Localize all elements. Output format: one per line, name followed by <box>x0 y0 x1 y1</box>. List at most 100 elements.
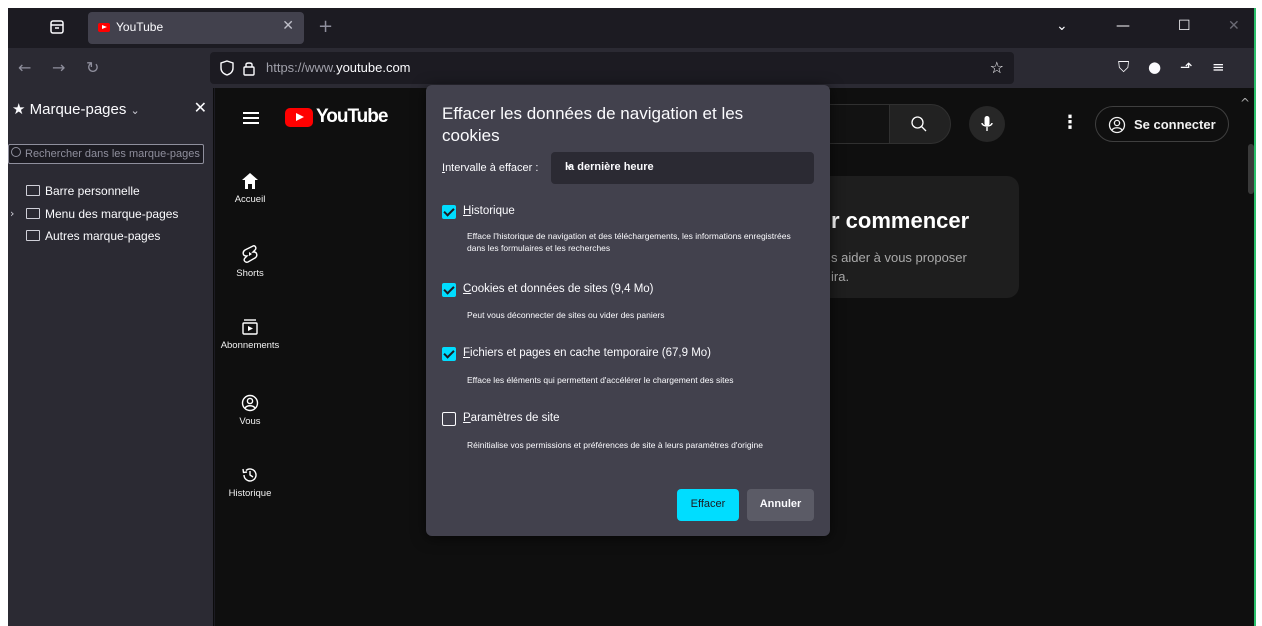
address-bar[interactable]: https://www.youtube.com ☆ <box>210 52 1014 84</box>
card-text-line: s aider à vous proposer <box>831 250 967 265</box>
youtube-logo-icon[interactable] <box>285 108 313 127</box>
more-options-icon[interactable]: ⋮ <box>1061 112 1079 133</box>
extensions-icon[interactable]: ⬏ <box>1180 58 1193 76</box>
clear-button[interactable]: Effacer <box>677 489 739 521</box>
url-prefix: https://www. <box>266 60 337 75</box>
cookies-checkbox[interactable] <box>442 283 456 297</box>
youtube-logo-text[interactable]: YouTube <box>316 106 388 128</box>
clear-data-dialog: Effacer les données de navigation et les… <box>426 85 830 536</box>
sidebar-item-label: Menu des marque-pages <box>45 207 179 221</box>
subscriptions-icon <box>242 319 258 335</box>
site-settings-checkbox[interactable] <box>442 412 456 426</box>
signin-label: Se connecter <box>1134 117 1216 132</box>
maximize-icon[interactable]: ☐ <box>1178 18 1191 34</box>
guide-label: Abonnements <box>220 340 280 351</box>
dialog-title: Effacer les données de navigation et les… <box>442 104 744 145</box>
voice-search-button[interactable] <box>969 106 1005 142</box>
sidebar-item-toolbar[interactable]: Barre personnelle <box>26 184 140 198</box>
microphone-icon <box>981 116 993 131</box>
chevron-right-icon[interactable]: › <box>10 207 14 220</box>
folder-icon <box>26 230 40 241</box>
hamburger-menu-icon[interactable] <box>243 112 259 124</box>
url-text: https://www.youtube.com <box>266 60 411 75</box>
site-settings-option-label[interactable]: Paramètres de site <box>463 412 560 424</box>
tab-view-icon[interactable] <box>48 18 66 36</box>
tracking-protection-shield-icon[interactable] <box>220 60 234 76</box>
label-text: ichiers et pages en cache temporaire (67… <box>470 347 712 359</box>
time-range-label: Intervalle à effacer : <box>442 162 538 174</box>
youtube-search-button[interactable] <box>889 104 951 144</box>
label-text: istorique <box>471 205 515 217</box>
cache-checkbox[interactable] <box>442 347 456 361</box>
history-checkbox[interactable] <box>442 205 456 219</box>
minimize-icon[interactable]: — <box>1116 18 1130 34</box>
chevron-down-icon: ⌄ <box>565 160 574 171</box>
youtube-favicon-icon <box>98 23 110 32</box>
label-text: ookies et données de sites (9,4 Mo) <box>471 283 654 295</box>
clear-button-label: Effacer <box>690 498 726 510</box>
cache-description: Efface les éléments qui permettent d'acc… <box>467 375 734 385</box>
guide-item-abonnements[interactable]: Abonnements <box>215 318 285 351</box>
guide-label: Shorts <box>236 268 264 279</box>
search-placeholder: Rechercher dans les marque-pages <box>25 148 200 160</box>
site-settings-description: Réinitialise vos permissions et préféren… <box>467 440 763 450</box>
list-all-tabs-icon[interactable]: ⌄ <box>1056 18 1068 34</box>
card-text: s aider à vous proposer ira. <box>831 248 967 286</box>
menu-icon[interactable]: ≡ <box>1212 58 1225 76</box>
time-range-select[interactable]: la dernière heure ⌄ <box>551 152 814 184</box>
cookies-description: Peut vous déconnecter de sites ou vider … <box>467 310 665 320</box>
cancel-button-label: Annuler <box>759 498 802 510</box>
home-icon <box>242 173 258 189</box>
search-icon <box>911 116 927 132</box>
sidebar-item-label: Barre personnelle <box>45 184 140 198</box>
sidebar-item-other[interactable]: Autres marque-pages <box>26 229 160 243</box>
cache-option-label[interactable]: Fichiers et pages en cache temporaire (6… <box>463 347 711 359</box>
lock-icon[interactable] <box>242 60 256 76</box>
guide-item-vous[interactable]: Vous <box>215 394 285 427</box>
toolbar-folder-icon <box>26 185 40 196</box>
search-icon <box>11 147 21 157</box>
sidebar-item-label: Autres marque-pages <box>45 229 161 243</box>
tab-title: YouTube <box>116 20 164 34</box>
history-description: Efface l'historique de navigation et des… <box>467 231 791 253</box>
access-key: P <box>463 412 471 424</box>
url-domain: youtube.com <box>336 60 411 75</box>
forward-icon[interactable]: → <box>52 58 65 77</box>
label-text: ntervalle à effacer : <box>445 162 539 174</box>
guide-label: Vous <box>239 416 261 427</box>
reload-icon[interactable]: ↻ <box>86 58 99 77</box>
tab-youtube[interactable]: YouTube ✕ <box>88 12 304 44</box>
sidebar-item-menu[interactable]: Menu des marque-pages <box>26 207 178 221</box>
guide-item-accueil[interactable]: Accueil <box>215 172 285 205</box>
cancel-button[interactable]: Annuler <box>747 489 814 521</box>
sidebar-header[interactable]: ★ Marque-pages ⌄ <box>12 100 140 118</box>
cookies-option-label[interactable]: Cookies et données de sites (9,4 Mo) <box>463 283 654 295</box>
window-edge <box>1254 8 1256 626</box>
card-heading: r commencer <box>831 208 970 233</box>
account-circle-icon <box>1108 116 1126 134</box>
label-text: aramètres de site <box>470 412 560 424</box>
scroll-up-icon[interactable]: ^ <box>1240 96 1250 110</box>
pocket-icon[interactable]: ⛉ <box>1118 58 1129 76</box>
close-tab-icon[interactable]: ✕ <box>282 18 294 34</box>
guide-item-historique[interactable]: Historique <box>215 466 285 499</box>
bookmark-search-input[interactable]: Rechercher dans les marque-pages <box>8 144 204 164</box>
back-icon[interactable]: ← <box>18 58 31 77</box>
navigation-bar: ← → ↻ https://www.youtube.com ☆ ⛉ ● ⬏ ≡ <box>8 48 1254 88</box>
bookmark-star-icon[interactable]: ☆ <box>990 58 1004 77</box>
account-icon[interactable]: ● <box>1148 58 1161 76</box>
new-tab-icon[interactable]: + <box>318 16 333 37</box>
guide-label: Accueil <box>234 194 266 205</box>
chevron-down-icon: ⌄ <box>130 105 140 117</box>
history-option-label[interactable]: Historique <box>463 205 515 217</box>
close-sidebar-icon[interactable]: ✕ <box>194 98 207 117</box>
access-key: F <box>463 347 471 359</box>
you-icon <box>241 394 259 412</box>
history-icon <box>242 468 257 482</box>
card-text-line: ira. <box>831 269 850 284</box>
guide-item-shorts[interactable]: Shorts <box>215 244 285 279</box>
signin-button[interactable]: Se connecter <box>1095 106 1229 142</box>
menu-folder-icon <box>26 208 40 219</box>
tab-bar: YouTube ✕ + ⌄ — ☐ ✕ <box>8 8 1254 48</box>
close-window-icon[interactable]: ✕ <box>1228 18 1240 34</box>
